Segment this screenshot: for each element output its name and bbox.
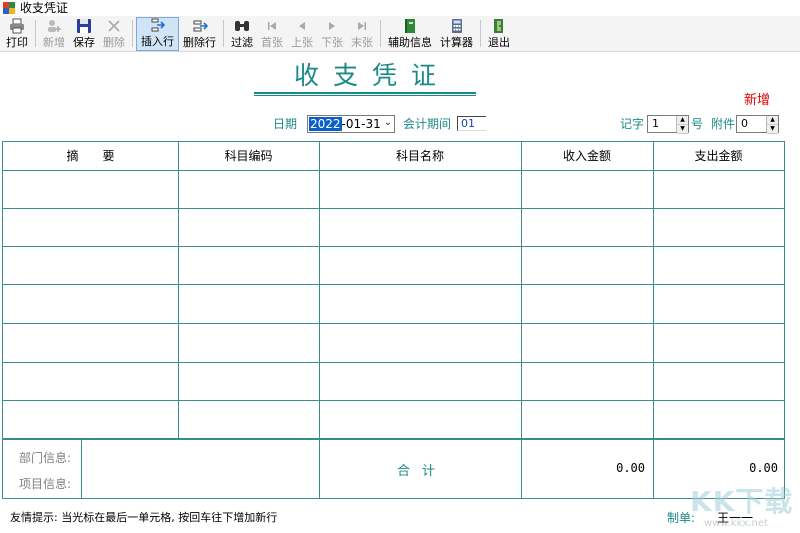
toolbar-separator: [223, 20, 224, 47]
voucher-word-label: 记字: [620, 117, 645, 131]
voucher-number-stepper[interactable]: 1 ▲ ▼: [647, 115, 689, 134]
date-label: 日期: [273, 117, 298, 131]
toolbar-separator: [480, 20, 481, 47]
income-total: 0.00: [616, 461, 645, 475]
exit-icon: [491, 18, 507, 34]
record-status: 新增: [744, 93, 771, 108]
chevron-down-icon[interactable]: ⌄: [384, 117, 392, 128]
spin-up-icon[interactable]: ▲: [677, 116, 688, 125]
book-icon: [402, 18, 418, 34]
column-header-summary[interactable]: 摘 要: [3, 142, 178, 170]
filter-binoculars-icon: [234, 18, 250, 34]
app-icon: [3, 2, 15, 14]
voucher-title: 收支凭证: [293, 61, 450, 90]
insert-row-button[interactable]: 插入行: [136, 17, 179, 51]
date-picker[interactable]: 2022 -01-31 ⌄: [307, 115, 395, 133]
previous-icon: [294, 18, 310, 34]
period-field[interactable]: 01: [457, 116, 486, 131]
save-button[interactable]: 保存: [69, 17, 99, 51]
number-suffix: 号: [691, 117, 704, 131]
auxiliary-info-button[interactable]: 辅助信息: [384, 17, 436, 51]
department-project-field[interactable]: [82, 440, 319, 498]
watermark-text: KK下载: [690, 485, 794, 518]
delete-icon: [106, 18, 122, 34]
attachments-value: 0: [741, 117, 748, 130]
table-row[interactable]: [3, 285, 784, 323]
spin-up-icon[interactable]: ▲: [767, 116, 778, 125]
period-label: 会计期间: [403, 117, 452, 131]
attachments-stepper[interactable]: 0 ▲ ▼: [736, 115, 779, 134]
voucher-number-value: 1: [652, 117, 659, 130]
project-info-label: 项目信息:: [19, 477, 72, 491]
title-underline: [254, 95, 476, 96]
column-header-account-name[interactable]: 科目名称: [319, 142, 521, 170]
department-info-label: 部门信息:: [19, 451, 72, 465]
calculator-icon: [449, 18, 465, 34]
attachments-label: 附件: [711, 117, 736, 131]
column-header-income[interactable]: 收入金额: [521, 142, 653, 170]
first-icon: [264, 18, 280, 34]
table-row[interactable]: [3, 171, 784, 208]
toolbar: 打印 新增 保存 删除 插入行 删除行 过滤 首张 上张 下张 末张 辅助信息 …: [0, 16, 800, 52]
spin-down-icon[interactable]: ▼: [767, 125, 778, 134]
date-rest: -01-31: [341, 117, 381, 131]
voucher-grid: 摘 要 科目编码 科目名称 收入金额 支出金额 部门信息: 项目信息: 合计 0…: [2, 141, 785, 499]
expense-total: 0.00: [749, 461, 778, 475]
first-record-button[interactable]: 首张: [257, 17, 287, 51]
printer-icon: [9, 18, 25, 34]
column-header-expense[interactable]: 支出金额: [653, 142, 784, 170]
table-row[interactable]: [3, 209, 784, 246]
delete-row-button[interactable]: 删除行: [179, 17, 220, 51]
title-underline: [254, 92, 476, 94]
print-button[interactable]: 打印: [2, 17, 32, 51]
new-button[interactable]: 新增: [39, 17, 69, 51]
previous-record-button[interactable]: 上张: [287, 17, 317, 51]
delete-button[interactable]: 删除: [99, 17, 129, 51]
watermark-logo: KK下载 www.kkx.net: [682, 480, 800, 533]
window-title: 收支凭证: [20, 1, 69, 15]
watermark-url: www.kkx.net: [704, 518, 768, 529]
filter-button[interactable]: 过滤: [227, 17, 257, 51]
column-header-account-code[interactable]: 科目编码: [178, 142, 319, 170]
last-icon: [354, 18, 370, 34]
table-row[interactable]: [3, 401, 784, 438]
save-icon: [76, 18, 92, 34]
table-row[interactable]: [3, 324, 784, 362]
new-record-icon: [46, 18, 62, 34]
exit-button[interactable]: 退出: [484, 17, 514, 51]
next-icon: [324, 18, 340, 34]
hint-text: 友情提示: 当光标在最后一单元格, 按回车往下增加新行: [10, 511, 278, 524]
total-label: 合计: [397, 464, 448, 479]
table-row[interactable]: [3, 247, 784, 284]
calculator-button[interactable]: 计算器: [436, 17, 477, 51]
insert-row-icon: [150, 17, 166, 33]
delete-row-icon: [192, 18, 208, 34]
table-row[interactable]: [3, 363, 784, 400]
last-record-button[interactable]: 末张: [347, 17, 377, 51]
next-record-button[interactable]: 下张: [317, 17, 347, 51]
toolbar-separator: [132, 20, 133, 47]
spin-down-icon[interactable]: ▼: [677, 125, 688, 134]
toolbar-separator: [380, 20, 381, 47]
title-bar: 收支凭证: [0, 0, 800, 16]
toolbar-separator: [35, 20, 36, 47]
date-year-selected: 2022: [309, 117, 342, 131]
